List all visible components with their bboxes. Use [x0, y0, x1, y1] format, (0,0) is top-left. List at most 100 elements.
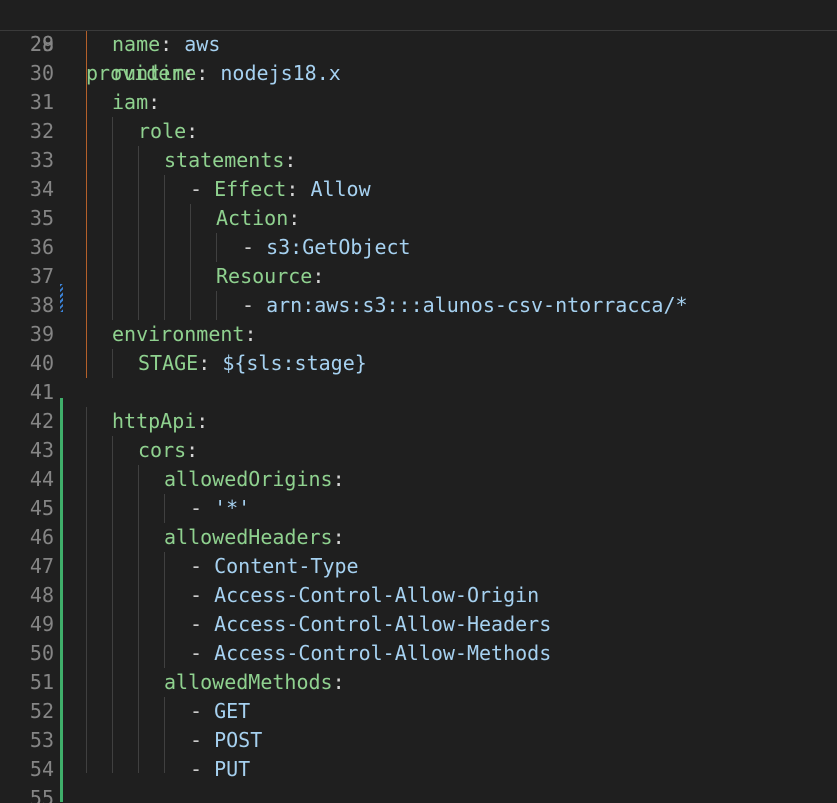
code-line[interactable]: 40 STAGE: ${sls:stage}: [0, 349, 837, 378]
code-line[interactable]: 48 - Access-Control-Allow-Origin: [0, 581, 837, 610]
yaml-key: Effect: [214, 177, 287, 201]
indent-guide: [112, 117, 113, 320]
yaml-value: s3:GetObject: [266, 235, 411, 259]
yaml-key: name: [112, 32, 161, 56]
yaml-key: iam: [112, 90, 149, 114]
sticky-scroll-header[interactable]: 28 provider:: [0, 0, 837, 85]
code-line[interactable]: 55: [0, 784, 837, 803]
yaml-key: httpApi: [112, 409, 197, 433]
code-line[interactable]: 31 iam:: [0, 88, 837, 117]
gutter-added-marker[interactable]: [60, 398, 63, 802]
code-line[interactable]: 54 - PUT: [0, 755, 837, 784]
line-number: 54: [29, 757, 54, 781]
code-line[interactable]: 37 Resource:: [0, 262, 837, 291]
gutter-modified-marker[interactable]: [60, 284, 63, 312]
line-number: 35: [29, 206, 54, 230]
colon: :: [196, 61, 209, 85]
line-number: 46: [29, 525, 54, 549]
code-line[interactable]: 51 allowedMethods:: [0, 668, 837, 697]
code-line[interactable]: 33 statements:: [0, 146, 837, 175]
colon: :: [332, 467, 345, 491]
yaml-value: Access-Control-Allow-Origin: [214, 583, 540, 607]
code-line[interactable]: 38 - arn:aws:s3:::alunos-csv-ntorracca/*: [0, 291, 837, 320]
colon: :: [332, 670, 345, 694]
yaml-value: GET: [214, 699, 251, 723]
yaml-key: role: [138, 119, 187, 143]
line-number: 48: [29, 583, 54, 607]
colon: :: [160, 32, 173, 56]
line-number: 51: [29, 670, 54, 694]
colon: :: [284, 148, 297, 172]
code-line[interactable]: 44 allowedOrigins:: [0, 465, 837, 494]
indent-guide: [164, 175, 165, 320]
list-dash: -: [190, 728, 215, 752]
line-number: 50: [29, 641, 54, 665]
line-number: 36: [29, 235, 54, 259]
colon: :: [148, 90, 161, 114]
code-line[interactable]: 32 role:: [0, 117, 837, 146]
code-line[interactable]: 39 environment:: [0, 320, 837, 349]
code-line[interactable]: 52 - GET: [0, 697, 837, 726]
code-line[interactable]: 49 - Access-Control-Allow-Headers: [0, 610, 837, 639]
list-dash: -: [190, 699, 215, 723]
indent-guide: [112, 436, 113, 773]
colon: :: [186, 438, 199, 462]
code-line[interactable]: 36 - s3:GetObject: [0, 233, 837, 262]
code-line[interactable]: 43 cors:: [0, 436, 837, 465]
code-line[interactable]: 53 - POST: [0, 726, 837, 755]
code-line[interactable]: 46 allowedHeaders:: [0, 523, 837, 552]
indent-guide: [216, 291, 217, 320]
colon: :: [186, 119, 199, 143]
line-number: 38: [29, 293, 54, 317]
line-number: 28: [29, 32, 54, 56]
indent-guide: [164, 494, 165, 523]
line-number: 49: [29, 612, 54, 636]
list-dash: -: [242, 235, 267, 259]
colon: :: [288, 206, 301, 230]
yaml-value: '*': [214, 496, 251, 520]
line-number: 47: [29, 554, 54, 578]
line-number: 34: [29, 177, 54, 201]
code-line[interactable]: 34 - Effect: Allow: [0, 175, 837, 204]
yaml-value: PUT: [214, 757, 251, 781]
indent-guide: [138, 465, 139, 773]
line-number: 37: [29, 264, 54, 288]
list-dash: -: [190, 641, 215, 665]
line-number: 53: [29, 728, 54, 752]
code-line[interactable]: 42 httpApi:: [0, 407, 837, 436]
list-dash: -: [190, 177, 215, 201]
code-line[interactable]: 50 - Access-Control-Allow-Methods: [0, 639, 837, 668]
yaml-key: Action: [216, 206, 289, 230]
yaml-key: provider: [86, 61, 183, 85]
yaml-value: Allow: [310, 177, 371, 201]
list-dash: -: [190, 496, 215, 520]
indent-guide: [164, 552, 165, 668]
yaml-value: Access-Control-Allow-Headers: [214, 612, 552, 636]
list-dash: -: [190, 757, 215, 781]
indent-guide: [190, 204, 191, 320]
yaml-value: aws: [184, 32, 221, 56]
code-line[interactable]: 35 Action:: [0, 204, 837, 233]
colon: :: [286, 177, 299, 201]
yaml-key: STAGE: [138, 351, 199, 375]
line-number: 41: [29, 380, 54, 404]
yaml-key: statements: [164, 148, 285, 172]
list-dash: -: [190, 554, 215, 578]
yaml-value: Content-Type: [214, 554, 359, 578]
code-line[interactable]: 29 name: aws: [0, 30, 837, 59]
yaml-value: POST: [214, 728, 263, 752]
yaml-key: allowedMethods: [164, 670, 333, 694]
code-line[interactable]: 45 - '*': [0, 494, 837, 523]
colon: :: [196, 409, 209, 433]
code-editor[interactable]: 28 provider: 29 name: aws 30 runtime: nodej…: [0, 0, 837, 803]
yaml-key: allowedHeaders: [164, 525, 333, 549]
code-line[interactable]: 41: [0, 378, 837, 407]
line-number: 39: [29, 322, 54, 346]
code-line[interactable]: 47 - Content-Type: [0, 552, 837, 581]
line-number: 33: [29, 148, 54, 172]
yaml-key: Resource: [216, 264, 313, 288]
yaml-value: ${sls:stage}: [222, 351, 367, 375]
indent-guide: [164, 697, 165, 773]
list-dash: -: [190, 583, 215, 607]
line-number: 32: [29, 119, 54, 143]
